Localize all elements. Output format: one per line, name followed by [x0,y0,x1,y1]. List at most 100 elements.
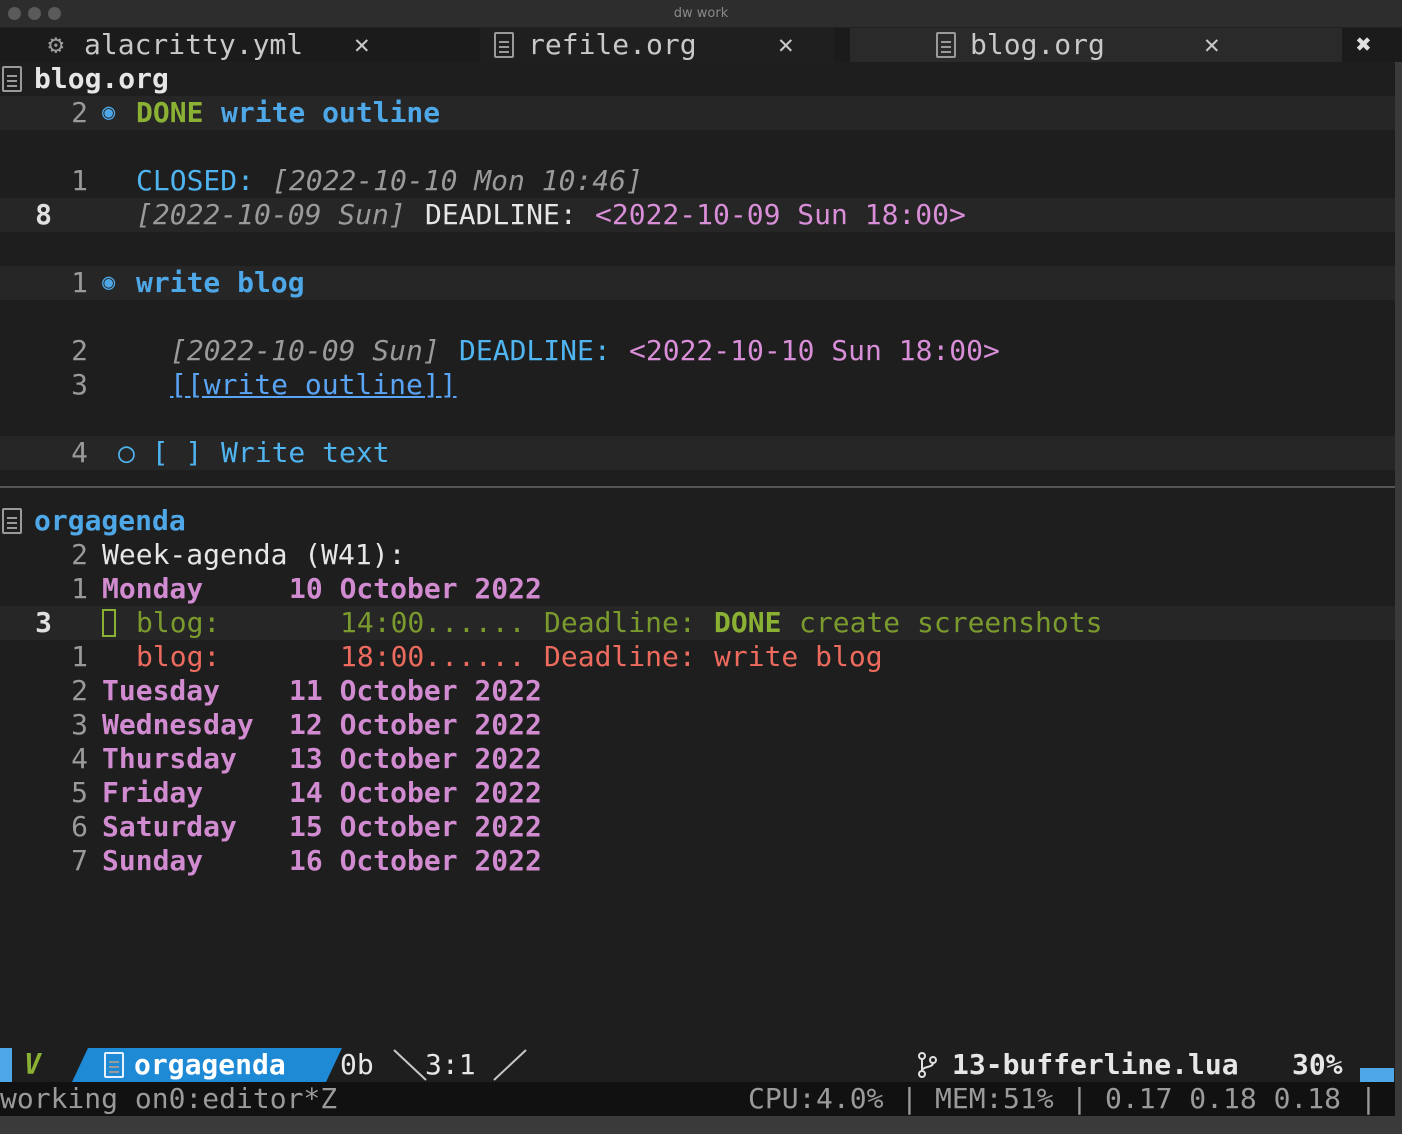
cpu-label: CPU: [748,1082,816,1115]
deadline-timestamp: <2022-10-10 Sun 18:00> [629,334,1000,367]
text-cursor [102,609,116,637]
line-number: 2 [71,334,88,367]
window-title: dw work [673,6,729,21]
agenda-day[interactable]: 7 Sunday 16 October 2022 [0,844,1395,878]
day-name: Wednesday [102,708,254,741]
agenda-day[interactable]: 5 Friday 14 October 2022 [0,776,1395,810]
close-tab-icon[interactable]: ✕ [354,28,370,62]
agenda-day[interactable]: 3 Wednesday 12 October 2022 [0,708,1395,742]
agenda-day[interactable]: 1 Monday 10 October 2022 [0,572,1395,606]
cursor-position: 3:1 [425,1048,476,1081]
tmux-session[interactable]: working on0:editor*Z [0,1082,337,1116]
document-icon [494,32,514,58]
line-number: 1 [71,164,88,197]
editor-pane-blog[interactable]: blog.org 2 ◉ DONE write outline 1 CLOSED… [0,62,1402,486]
agenda-header: 2 Week-agenda (W41): [0,538,1395,572]
closed-row[interactable]: 1 CLOSED: [2022-10-10 Mon 10:46] [0,164,1395,198]
day-date: 15 October 2022 [289,810,542,843]
day-date: 12 October 2022 [289,708,542,741]
gear-icon: ⚙ [48,30,64,60]
entry-label: Deadline: [544,606,696,639]
git-branch: 13-bufferline.lua [952,1048,1239,1081]
line-number: 6 [71,810,88,843]
agenda-day[interactable]: 6 Saturday 15 October 2022 [0,810,1395,844]
current-line-number: 8 [35,198,52,231]
tab-label: blog.org [970,28,1105,61]
tab-refile[interactable]: refile.org ✕ [480,28,834,62]
file-size: 0b [340,1048,374,1081]
todo-keyword: DONE [136,96,204,129]
close-tab-icon[interactable]: ✕ [778,28,794,62]
cpu-value: 4.0% [816,1082,884,1115]
statusline-buffer: orgagenda [72,1048,342,1082]
buffer-filename: orgagenda [34,504,186,537]
deadline-row[interactable]: 8 [2022-10-09 Sun] DEADLINE: <2022-10-09… [0,198,1395,232]
scrollbar-block [1360,1068,1394,1082]
closed-keyword: CLOSED: [136,164,255,197]
separator: | [1360,1082,1377,1115]
entry-state: DONE [714,606,782,639]
close-all-icon[interactable]: ✖ [1356,28,1372,62]
headline-row[interactable]: 1 ◉ write blog [0,266,1395,300]
tab-blog[interactable]: blog.org ✕ [850,28,1342,62]
agenda-day[interactable]: 2 Tuesday 11 October 2022 [0,674,1395,708]
mode-label: V [24,1048,41,1081]
line-number: 3 [71,708,88,741]
document-icon [2,66,22,92]
document-icon [2,508,22,534]
entry-time: 18:00...... [340,640,526,673]
day-date: 13 October 2022 [289,742,542,775]
link-row[interactable]: 3 [[write outline]] [0,368,1395,402]
headline-title: write blog [136,266,305,299]
agenda-pane[interactable]: orgagenda 2 Week-agenda (W41): 1 Monday … [0,504,1402,1048]
entry-time: 14:00...... [340,606,526,639]
line-number: 3 [71,368,88,401]
day-date: 16 October 2022 [289,844,542,877]
headline-row[interactable]: 2 ◉ DONE write outline [0,96,1395,130]
inactive-timestamp: [2022-10-09 Sun] [136,198,406,231]
line-number: 1 [71,572,88,605]
agenda-entry[interactable]: 1 blog: 18:00...... Deadline: write blog [0,640,1395,674]
scroll-percent: 30% [1292,1048,1343,1081]
window-titlebar: dw work [0,0,1402,28]
statusline: V orgagenda 0b 3:1 13-bufferline.lua 30% [0,1048,1395,1082]
line-number: 1 [71,640,88,673]
agenda-entry[interactable]: 3 blog: 14:00...... Deadline: DONE creat… [0,606,1395,640]
agenda-day[interactable]: 4 Thursday 13 October 2022 [0,742,1395,776]
day-date: 10 October 2022 [289,572,542,605]
line-number: 1 [71,266,88,299]
day-date: 11 October 2022 [289,674,542,707]
day-name: Tuesday [102,674,221,707]
git-branch-icon [918,1052,937,1078]
close-tab-icon[interactable]: ✕ [1204,28,1220,62]
checkbox-row[interactable]: 4 ○ [ ] Write text [0,436,1395,470]
tab-alacritty[interactable]: ⚙ alacritty.yml ✕ [40,28,412,62]
document-icon [104,1052,124,1078]
tmux-statusbar: working on0:editor*Z CPU: 4.0% | MEM: 51… [0,1082,1395,1116]
mode-indicator-block [0,1048,12,1082]
headline-title: write outline [221,96,441,129]
tab-label: refile.org [528,28,697,61]
mem-label: MEM: [935,1082,1003,1115]
line-number: 7 [71,844,88,877]
checkbox[interactable]: ○ [ ] [118,436,202,470]
line-number: 4 [71,742,88,775]
window-border [1395,62,1402,1116]
winbar: orgagenda [0,504,1395,538]
agenda-title: Week-agenda (W41): [102,538,406,571]
org-link[interactable]: [[write outline]] [170,368,457,402]
entry-label: Deadline: [544,640,696,673]
entry-category: blog: [136,606,221,639]
deadline-keyword: DEADLINE: [459,334,611,367]
buffer-filename: blog.org [34,62,169,95]
load-average: 0.17 0.18 0.18 [1105,1082,1342,1115]
separator: | [901,1082,918,1115]
tab-label: alacritty.yml [84,28,304,61]
line-number: 4 [71,436,88,469]
bufferline: ⚙ alacritty.yml ✕ refile.org ✕ blog.org … [0,28,1402,62]
entry-title: create screenshots [799,606,1103,639]
statusline-filename: orgagenda [134,1048,286,1081]
inactive-timestamp: [2022-10-09 Sun] [170,334,440,367]
checkbox-text: Write text [221,436,390,469]
deadline-row[interactable]: 2 [2022-10-09 Sun] DEADLINE: <2022-10-10… [0,334,1395,368]
